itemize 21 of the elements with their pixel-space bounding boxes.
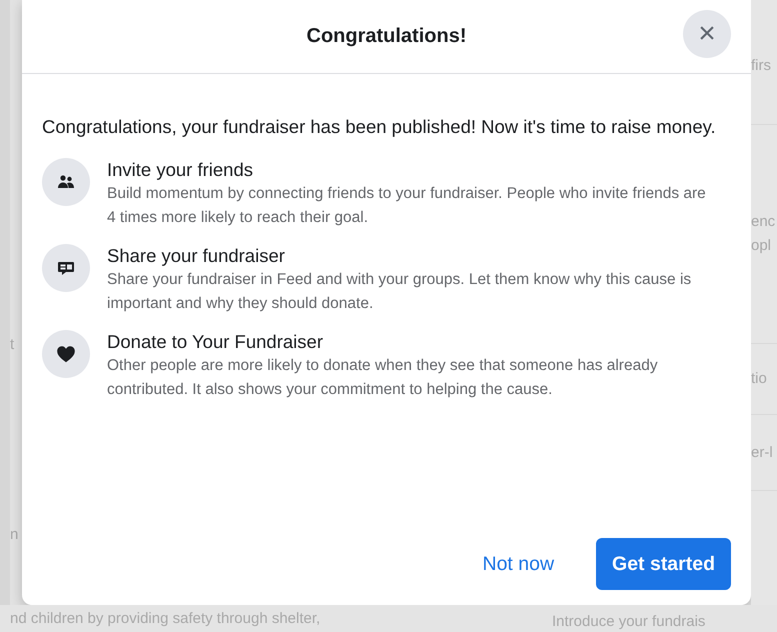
step-title: Donate to Your Fundraiser xyxy=(107,330,324,354)
background-text: tio xyxy=(751,369,767,389)
background-text: firs xyxy=(751,56,771,76)
close-button[interactable]: × xyxy=(683,10,731,58)
step-description: Other people are more likely to donate when they see that someone has already contributed. It also shows your commitment to helping the cause. xyxy=(107,356,659,400)
people-icon xyxy=(42,158,90,206)
step-description: Share your fundraiser in Feed and with your groups. Let them know why this cause is important and why they should donate. xyxy=(107,270,692,314)
step-description: Build momentum by connecting friends to your fundraiser. People who invite friends are 4 times more likely to reach their goal. xyxy=(107,184,707,228)
background-text: er-l xyxy=(751,442,773,462)
text-button[interactable]: Not now xyxy=(466,538,570,590)
step-title: Share your fundraiser xyxy=(107,244,286,268)
background-text: enc opl xyxy=(751,212,776,256)
primary-button[interactable]: Get started xyxy=(596,538,731,590)
dialog-title: Congratulations! xyxy=(306,25,466,48)
speech-bubble-icon xyxy=(42,244,90,292)
background-text: nd children by providing safety through shelter, xyxy=(10,608,322,628)
step-title: Invite your friends xyxy=(107,158,254,182)
background-text: Introduce your fundrais xyxy=(552,612,706,632)
background-text: t xyxy=(10,335,14,355)
intro-text: Congratulations, your fundraiser has been published! Now it's time to raise money. xyxy=(42,115,717,139)
background-text: n xyxy=(10,525,18,545)
